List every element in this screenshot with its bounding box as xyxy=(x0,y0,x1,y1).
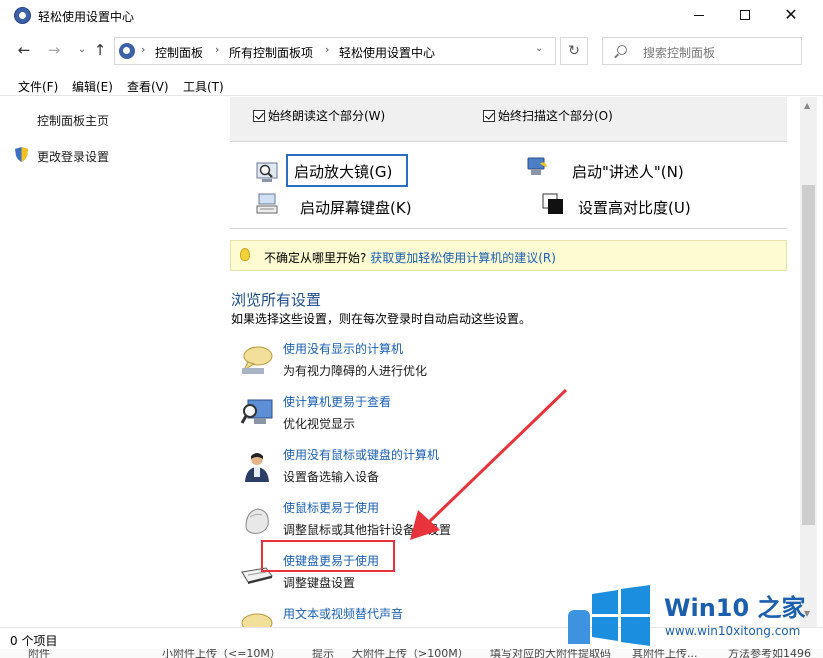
browse-settings-title: 浏览所有设置 xyxy=(231,291,322,309)
item-no-mouse-link[interactable]: 使用没有鼠标或键盘的计算机 xyxy=(283,446,439,463)
background-text: 大附件上传（>100M） xyxy=(352,649,469,658)
mouse-icon xyxy=(245,508,269,534)
menu-file[interactable]: 文件(F) xyxy=(18,78,58,95)
list-item: 使用没有显示的计算机 为有视力障碍的人进行优化 xyxy=(222,340,782,388)
item-easier-see-desc: 优化视觉显示 xyxy=(283,417,356,431)
search-placeholder: 搜索控制面板 xyxy=(643,46,716,60)
browse-settings-desc: 如果选择这些设置，则在每次登录时自动启动这些设置。 xyxy=(231,312,532,326)
item-text-video-link[interactable]: 用文本或视频替代声音 xyxy=(283,605,403,622)
watermark-title: Win10 之家 xyxy=(664,594,806,622)
navigation-bar: ← → ⌄ ↑ › 控制面板 › 所有控制面板项 › 轻松使用设置中心 ⌄ ↻ … xyxy=(0,32,823,70)
item-keyboard-desc: 调整键盘设置 xyxy=(283,576,356,590)
menu-edit[interactable]: 编辑(E) xyxy=(72,78,113,95)
sidebar: 控制面板主页 更改登录设置 xyxy=(0,97,222,627)
address-dropdown[interactable]: ⌄ xyxy=(535,43,543,54)
item-easier-see-link[interactable]: 使计算机更易于查看 xyxy=(283,393,391,410)
recent-locations-dropdown[interactable]: ⌄ xyxy=(72,40,92,60)
scroll-up-icon[interactable]: ▲ xyxy=(804,101,810,110)
background-text: 提示 xyxy=(312,649,334,658)
magnifier-label: 启动放大镜(G) xyxy=(294,163,393,181)
search-box[interactable]: 搜索控制面板 xyxy=(602,37,802,65)
list-item: 使用没有鼠标或键盘的计算机 设置备选输入设备 xyxy=(222,446,782,494)
breadcrumb-separator[interactable]: › xyxy=(215,43,219,56)
item-no-display-desc: 为有视力障碍的人进行优化 xyxy=(283,364,428,378)
menu-bar: 文件(F) 编辑(E) 查看(V) 工具(T) xyxy=(0,74,823,96)
tip-bar: 不确定从哪里开始? 获取更加轻松使用计算机的建议(R) xyxy=(230,240,787,271)
quick-access-options: 始终朗读这个部分(W) 始终扫描这个部分(O) xyxy=(230,97,787,142)
ease-of-access-icon xyxy=(14,7,31,24)
person-icon xyxy=(245,453,269,482)
annotation-highlight-box xyxy=(261,540,395,572)
breadcrumb-separator[interactable]: › xyxy=(141,43,145,56)
quick-tools: 启动放大镜(G) 启动"讲述人"(N) 启动屏幕键盘(K) 设置高对比度(U) xyxy=(230,143,787,229)
on-screen-keyboard-icon xyxy=(256,193,278,214)
forward-button[interactable]: → xyxy=(44,40,64,60)
always-scan-checkbox[interactable] xyxy=(483,110,495,122)
background-text: 附件 xyxy=(28,649,50,658)
close-button[interactable]: ✕ xyxy=(768,0,814,32)
background-text: 小附件上传（<=10M） xyxy=(162,649,281,658)
minimize-icon xyxy=(694,15,704,16)
high-contrast-icon xyxy=(542,193,563,214)
narrator-icon xyxy=(527,157,547,175)
breadcrumb-separator[interactable]: › xyxy=(325,43,329,56)
vertical-scrollbar[interactable]: ▲ ▼ xyxy=(800,97,817,627)
list-item: 使计算机更易于查看 优化视觉显示 xyxy=(222,393,782,441)
breadcrumb-all-items[interactable]: 所有控制面板项 xyxy=(229,44,313,61)
item-mouse-desc: 调整鼠标或其他指针设备的设置 xyxy=(283,523,452,537)
always-read-checkbox[interactable] xyxy=(253,110,265,122)
watermark-url: www.win10xitong.com xyxy=(665,624,801,638)
control-panel-icon xyxy=(119,43,135,59)
lightbulb-icon xyxy=(240,248,250,261)
title-bar: 轻松使用设置中心 ✕ xyxy=(0,0,823,32)
shield-icon xyxy=(15,147,28,162)
item-no-display-link[interactable]: 使用没有显示的计算机 xyxy=(283,340,403,357)
back-button[interactable]: ← xyxy=(14,40,34,60)
always-read-label[interactable]: 始终朗读这个部分(W) xyxy=(268,107,385,124)
caption-bubble-icon xyxy=(241,613,273,627)
speech-bubble-icon xyxy=(242,346,273,374)
refresh-button[interactable]: ↻ xyxy=(560,37,588,65)
sidebar-link-change-login[interactable]: 更改登录设置 xyxy=(37,148,109,165)
up-button[interactable]: ↑ xyxy=(90,40,110,60)
breadcrumb-ease-of-access[interactable]: 轻松使用设置中心 xyxy=(339,44,435,61)
maximize-button[interactable] xyxy=(722,0,768,32)
watermark: Win10 之家 www.win10xitong.com xyxy=(568,580,818,652)
menu-tools[interactable]: 工具(T) xyxy=(183,78,224,95)
tip-text: 不确定从哪里开始? 获取更加轻松使用计算机的建议(R) xyxy=(264,249,556,266)
recommendations-link[interactable]: 获取更加轻松使用计算机的建议(R) xyxy=(370,251,556,265)
bird-icon xyxy=(568,610,590,644)
menu-view[interactable]: 查看(V) xyxy=(127,78,169,95)
address-bar[interactable]: › 控制面板 › 所有控制面板项 › 轻松使用设置中心 ⌄ xyxy=(114,37,556,65)
breadcrumb-control-panel[interactable]: 控制面板 xyxy=(155,44,203,61)
minimize-button[interactable] xyxy=(676,0,722,32)
always-scan-label[interactable]: 始终扫描这个部分(O) xyxy=(498,107,613,124)
item-mouse-link[interactable]: 使鼠标更易于使用 xyxy=(283,499,379,516)
windows-logo-icon xyxy=(592,585,650,646)
narrator-button[interactable]: 启动"讲述人"(N) xyxy=(572,161,684,182)
magnifier-button[interactable]: 启动放大镜(G) xyxy=(286,154,408,187)
items-count: 0 个项目 xyxy=(10,634,58,648)
on-screen-keyboard-button[interactable]: 启动屏幕键盘(K) xyxy=(300,197,412,218)
scroll-thumb[interactable] xyxy=(802,185,815,525)
tip-question: 不确定从哪里开始? xyxy=(264,251,367,265)
search-icon xyxy=(617,45,627,55)
monitor-magnifier-icon xyxy=(240,399,273,424)
maximize-icon xyxy=(740,10,750,20)
item-no-mouse-desc: 设置备选输入设备 xyxy=(283,470,380,484)
magnifier-icon xyxy=(256,162,278,182)
sidebar-link-home[interactable]: 控制面板主页 xyxy=(37,112,109,129)
window-title: 轻松使用设置中心 xyxy=(38,10,135,24)
high-contrast-button[interactable]: 设置高对比度(U) xyxy=(578,197,691,218)
